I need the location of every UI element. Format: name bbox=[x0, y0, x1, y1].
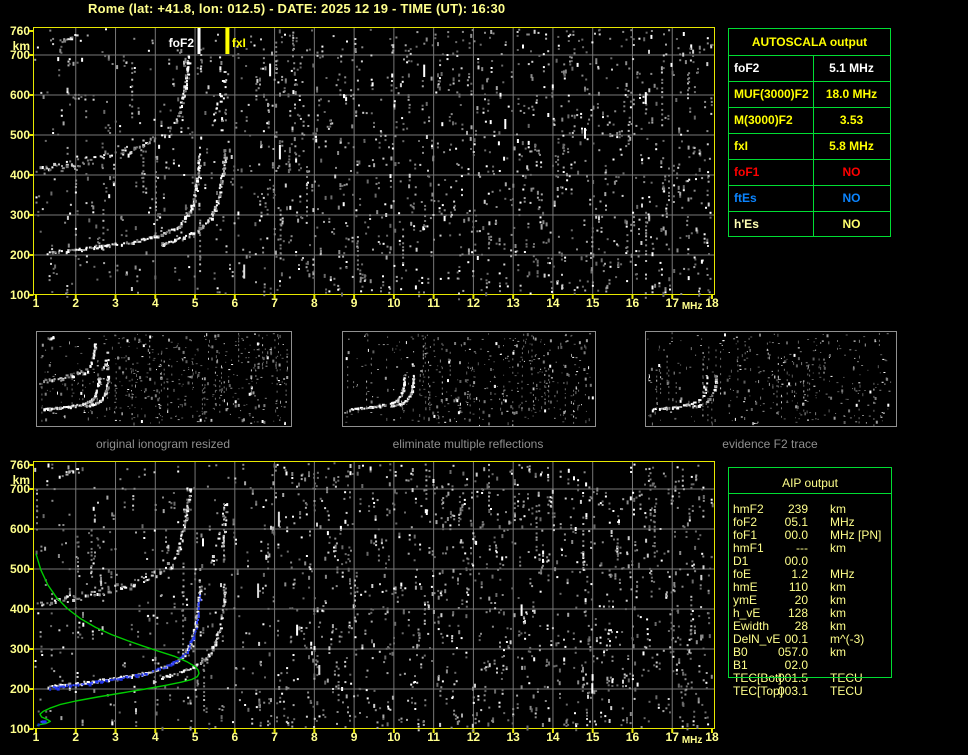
aip-value: 05.1 bbox=[784, 515, 808, 529]
aip-extra: [PN] bbox=[858, 528, 882, 542]
thumbnail-original-ionogram bbox=[36, 331, 292, 435]
autoscala-row-fxI: fxI 5.8 MHz bbox=[729, 133, 890, 159]
aip-header-separator bbox=[728, 493, 892, 494]
bottom-ionogram-plot bbox=[29, 461, 715, 733]
autoscala-row-label: fxI bbox=[734, 139, 749, 153]
aip-label-D1: D1 bbox=[733, 554, 749, 568]
thumbnail-ionogram-image-0 bbox=[39, 332, 289, 435]
autoscala-row-value: NO bbox=[842, 191, 861, 205]
aip-value: 110 bbox=[788, 580, 808, 594]
y-tick-600: 600 bbox=[9, 88, 30, 102]
y-tick-500: 500 bbox=[9, 128, 30, 142]
autoscala-row-label: ftEs bbox=[734, 191, 757, 205]
aip-label-B1: B1 bbox=[733, 658, 748, 672]
aip-label-B0: B0 bbox=[733, 645, 748, 659]
marker-label-fxI: fxI bbox=[231, 36, 246, 50]
autoscala-row-M3000F2: M(3000)F2 3.53 bbox=[729, 107, 890, 133]
aip-unit: km bbox=[830, 619, 846, 633]
aip-unit: km bbox=[830, 502, 846, 516]
autoscala-row-foF2: foF2 5.1 MHz bbox=[729, 55, 890, 81]
autoscala-row-value: NO bbox=[842, 165, 861, 179]
autoscala-row-value: NO bbox=[842, 217, 861, 231]
y-axis-unit: km bbox=[12, 39, 30, 53]
aip-value: 02.0 bbox=[784, 658, 808, 672]
aip-table-header: AIP output bbox=[782, 476, 838, 490]
y-axis-unit: km bbox=[12, 473, 30, 487]
aip-value: 00.0 bbox=[784, 554, 808, 568]
top-ionogram-plot bbox=[29, 27, 715, 301]
aip-unit: TECU bbox=[830, 671, 863, 685]
aip-value: 128 bbox=[787, 606, 808, 620]
thumbnail-caption-original: original ionogram resized bbox=[95, 437, 231, 451]
y-tick-200: 200 bbox=[9, 248, 30, 262]
aip-unit: m^(-3) bbox=[830, 632, 865, 646]
aip-unit: MHz bbox=[830, 567, 855, 581]
y-tick-600: 600 bbox=[9, 522, 30, 536]
aip-unit: MHz bbox=[830, 515, 855, 529]
aip-unit: km bbox=[830, 645, 846, 659]
aip-value: 1.2 bbox=[791, 567, 808, 581]
autoscala-row-value: 3.53 bbox=[839, 113, 864, 127]
autoscala-row-label: foF1 bbox=[734, 165, 760, 179]
autoscala-row-MUF3000F2: MUF(3000)F2 18.0 MHz bbox=[729, 81, 890, 107]
y-tick-300: 300 bbox=[9, 208, 30, 222]
autoscala-row-label: MUF(3000)F2 bbox=[734, 87, 809, 101]
aip-value: --- bbox=[796, 541, 808, 555]
aip-unit: MHz bbox=[830, 528, 855, 542]
y-tick-760: 760 bbox=[9, 24, 30, 38]
autoscala-output-table: AUTOSCALA output foF2 5.1 MHz MUF(3000)F2 1… bbox=[728, 28, 891, 237]
y-tick-200: 200 bbox=[9, 682, 30, 696]
thumbnail-ionogram-image-2 bbox=[647, 332, 892, 435]
y-tick-400: 400 bbox=[9, 168, 30, 182]
aip-unit: km bbox=[830, 606, 846, 620]
aip-value: 00.0 bbox=[784, 528, 808, 542]
autoscala-row-value: 5.8 MHz bbox=[829, 139, 874, 153]
y-tick-300: 300 bbox=[9, 642, 30, 656]
y-tick-400: 400 bbox=[9, 602, 30, 616]
autoscala-row-label: h'Es bbox=[734, 217, 759, 231]
autoscala-row-ftEs: ftEs NO bbox=[729, 185, 890, 211]
aip-value: 057.0 bbox=[777, 645, 808, 659]
thumbnail-ionogram-image-1 bbox=[344, 333, 594, 442]
autoscala-table-header: AUTOSCALA output bbox=[751, 35, 868, 49]
aip-value: 28 bbox=[794, 619, 808, 633]
aip-value: 003.1 bbox=[777, 684, 808, 698]
thumbnail-caption-evidence: evidence F2 trace bbox=[722, 437, 818, 451]
autoscala-row-value: 18.0 MHz bbox=[825, 87, 878, 101]
thumbnail-caption-eliminate: eliminate multiple reflections bbox=[392, 437, 544, 451]
aip-value: 00.1 bbox=[784, 632, 808, 646]
aip-label-foE: foE bbox=[733, 567, 752, 581]
autoscala-row-value: 5.1 MHz bbox=[829, 61, 874, 75]
aip-value: 001.5 bbox=[777, 671, 808, 685]
autoscala-window: Rome (lat: +41.8, lon: 012.5) - DATE: 20… bbox=[0, 0, 968, 755]
y-tick-760: 760 bbox=[9, 458, 30, 472]
aip-value: 239 bbox=[787, 502, 808, 516]
aip-unit: km bbox=[830, 580, 846, 594]
thumbnail-evidence-f2-trace bbox=[645, 331, 897, 435]
aip-unit: km bbox=[830, 593, 846, 607]
autoscala-row-label: M(3000)F2 bbox=[734, 113, 793, 127]
thumbnail-eliminate-reflections bbox=[342, 331, 596, 442]
aip-unit: km bbox=[830, 541, 846, 555]
autoscala-row-foF1: foF1 NO bbox=[729, 159, 890, 185]
aip-unit: TECU bbox=[830, 684, 863, 698]
aip-value: 20 bbox=[794, 593, 808, 607]
marker-label-foF2: foF2 bbox=[168, 36, 194, 50]
station-date-title: Rome (lat: +41.8, lon: 012.5) - DATE: 20… bbox=[88, 1, 506, 16]
autoscala-row-label: foF2 bbox=[734, 61, 760, 75]
electron-density-profile-curve bbox=[35, 553, 200, 727]
autoscala-row-hEs: h'Es NO bbox=[729, 211, 890, 237]
y-tick-500: 500 bbox=[9, 562, 30, 576]
